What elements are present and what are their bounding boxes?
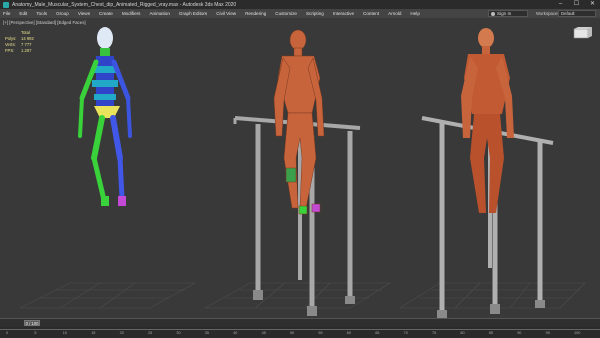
menu-group[interactable]: Group bbox=[56, 11, 69, 16]
viewcube-icon bbox=[573, 27, 592, 39]
menu-interactive[interactable]: Interactive bbox=[333, 11, 354, 16]
track-bar-line bbox=[0, 329, 600, 330]
minimize-button[interactable]: – bbox=[556, 1, 565, 8]
viewport-scene bbox=[19, 27, 592, 318]
sign-in-dropdown[interactable]: Sign In bbox=[488, 10, 528, 17]
close-button[interactable]: ✕ bbox=[588, 1, 597, 8]
ground-grid-middle bbox=[203, 282, 392, 309]
track-tick-label: 0 bbox=[6, 331, 9, 335]
track-tick-label: 80 bbox=[460, 331, 465, 335]
menu-animation[interactable]: Animation bbox=[149, 11, 169, 16]
track-tick-label: 70 bbox=[403, 331, 408, 335]
viewport-statistics: Total Polys: 14 992 Verts: 7 777 FPS: 1.267 bbox=[5, 30, 34, 53]
track-tick-label: 5 bbox=[34, 331, 37, 335]
menu-graph-editors[interactable]: Graph Editors bbox=[179, 11, 207, 16]
rendered-muscle-figure bbox=[461, 28, 514, 213]
menu-bar: File Edit Tools Group Views Create Modif… bbox=[0, 9, 600, 18]
menu-tools[interactable]: Tools bbox=[36, 11, 47, 16]
track-tick-label: 55 bbox=[318, 331, 323, 335]
time-slider[interactable]: 0 / 100 bbox=[0, 318, 600, 327]
window-title: Anatomy_Male_Muscular_System_Chest_dip_A… bbox=[12, 1, 237, 8]
sign-in-label: Sign In bbox=[497, 11, 512, 16]
track-tick-label: 90 bbox=[517, 331, 522, 335]
menu-scripting[interactable]: Scripting bbox=[306, 11, 324, 16]
track-tick-label: 95 bbox=[545, 331, 550, 335]
menu-create[interactable]: Create bbox=[99, 11, 113, 16]
track-tick-label: 60 bbox=[346, 331, 352, 335]
track-tick-label: 100 bbox=[574, 331, 581, 335]
viewport-label[interactable]: [+] [Perspective] [Standard] [Edged Face… bbox=[3, 20, 86, 25]
track-tick-label: 40 bbox=[233, 331, 238, 335]
menu-rendering[interactable]: Rendering bbox=[245, 11, 266, 16]
track-tick-label: 35 bbox=[204, 331, 210, 335]
title-bar: Anatomy_Male_Muscular_System_Chest_dip_A… bbox=[0, 0, 600, 9]
menu-arnold[interactable]: Arnold bbox=[388, 11, 401, 16]
track-tick-label: 45 bbox=[261, 331, 266, 335]
track-tick-label: 85 bbox=[488, 331, 494, 335]
menu-help[interactable]: Help bbox=[410, 11, 419, 16]
track-tick-label: 10 bbox=[62, 331, 68, 335]
menu-civil-view[interactable]: Civil View bbox=[216, 11, 236, 16]
track-tick-label: 75 bbox=[432, 331, 437, 335]
time-slider-handle[interactable]: 0 / 100 bbox=[24, 320, 40, 326]
menu-content[interactable]: Content bbox=[363, 11, 379, 16]
track-tick-label: 25 bbox=[148, 331, 153, 335]
menu-file[interactable]: File bbox=[3, 11, 10, 16]
user-icon bbox=[491, 11, 495, 16]
workspaces-select[interactable]: Default bbox=[558, 10, 596, 17]
menu-modifiers[interactable]: Modifiers bbox=[122, 11, 141, 16]
maximize-button[interactable]: ☐ bbox=[572, 1, 581, 8]
menu-views[interactable]: Views bbox=[78, 11, 90, 16]
track-tick-label: 50 bbox=[290, 331, 295, 335]
track-tick-label: 20 bbox=[119, 331, 124, 335]
track-tick-label: 15 bbox=[91, 331, 96, 335]
app-logo-icon bbox=[3, 1, 9, 8]
menu-customize[interactable]: Customize bbox=[275, 11, 297, 16]
menu-edit[interactable]: Edit bbox=[19, 11, 27, 16]
track-tick-label: 65 bbox=[375, 331, 380, 335]
perspective-viewport[interactable]: [+] [Perspective] [Standard] [Edged Face… bbox=[0, 18, 600, 318]
rig-skeleton bbox=[78, 27, 132, 206]
parallel-bars-right bbox=[421, 116, 554, 318]
ground-grid-left bbox=[19, 282, 197, 309]
track-tick-label: 30 bbox=[176, 331, 181, 335]
